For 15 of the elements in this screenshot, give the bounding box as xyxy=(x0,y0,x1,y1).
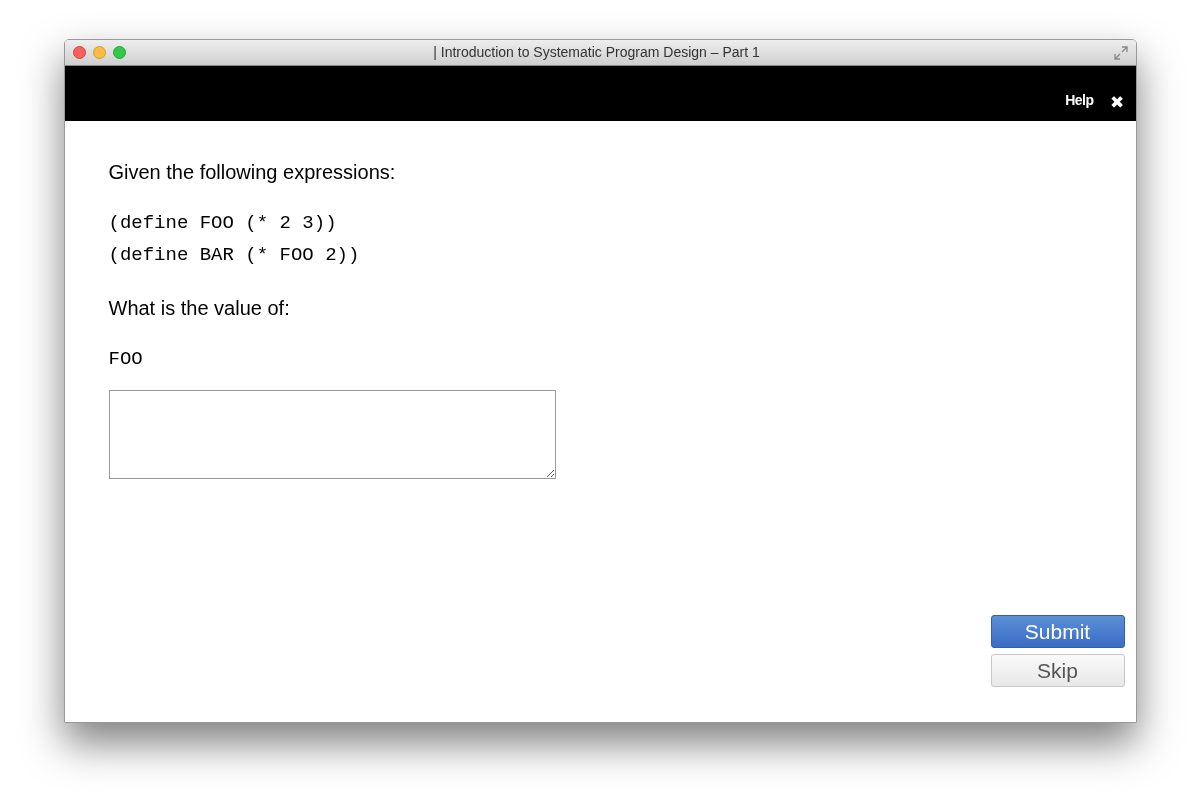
window-title: | Introduction to Systematic Program Design – Part 1 xyxy=(433,43,760,62)
close-window-icon[interactable] xyxy=(72,46,86,59)
help-link[interactable]: Help xyxy=(1065,90,1094,111)
submit-button[interactable]: Submit xyxy=(990,615,1125,648)
answer-field[interactable] xyxy=(108,389,556,479)
code-line: (define FOO (* 2 3)) xyxy=(108,211,338,236)
close-button[interactable]: ✖ xyxy=(1109,94,1124,111)
question-intro: Given the following expressions: xyxy=(108,160,397,185)
question-prompt: What is the value of: xyxy=(108,296,291,321)
fullscreen-icon[interactable] xyxy=(1113,45,1128,60)
minimize-window-icon[interactable] xyxy=(92,46,106,59)
zoom-window-icon[interactable] xyxy=(112,46,126,59)
skip-button[interactable]: Skip xyxy=(990,654,1125,687)
code-line: (define BAR (* FOO 2)) xyxy=(108,243,361,268)
expression: FOO xyxy=(108,347,144,372)
